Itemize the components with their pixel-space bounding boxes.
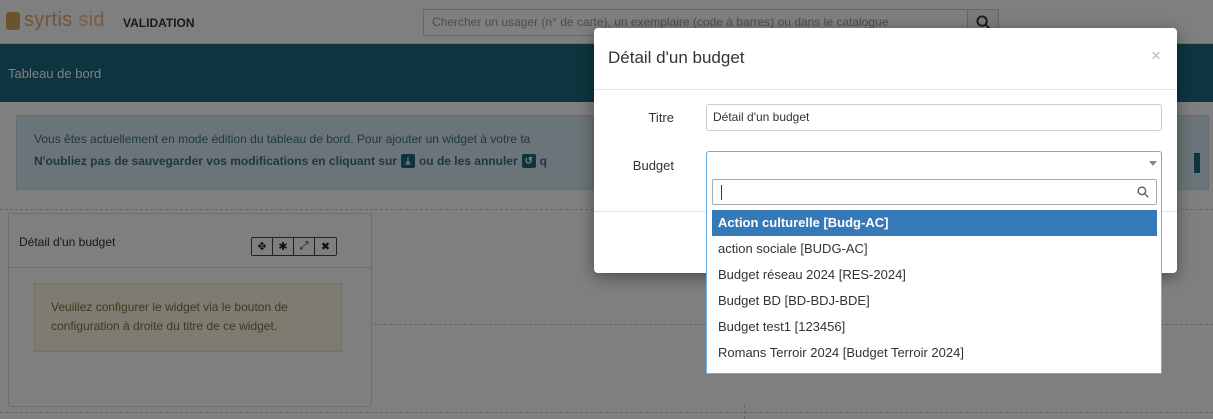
dropdown-search-input[interactable] — [712, 179, 1157, 205]
modal-close-button[interactable]: × — [1151, 46, 1161, 66]
budget-dropdown: Action culturelle [Budg-AC] action socia… — [706, 176, 1162, 374]
search-icon — [1137, 186, 1149, 198]
dropdown-option[interactable]: Romans Terroir 2024 [Budget Terroir 2024… — [712, 340, 1157, 366]
title-input[interactable]: Détail d'un budget — [706, 104, 1162, 131]
budget-select[interactable] — [706, 151, 1162, 177]
modal-header: Détail d'un budget × — [594, 28, 1177, 90]
dropdown-option[interactable]: action sociale [BUDG-AC] — [712, 236, 1157, 262]
chevron-down-icon — [1149, 161, 1157, 166]
dropdown-option[interactable]: Budget réseau 2024 [RES-2024] — [712, 262, 1157, 288]
dropdown-option[interactable]: Action culturelle [Budg-AC] — [712, 210, 1157, 236]
title-label: Titre — [648, 110, 674, 125]
budget-label: Budget — [632, 158, 674, 173]
dropdown-option[interactable]: Budget test1 [123456] — [712, 314, 1157, 340]
modal-title: Détail d'un budget — [608, 48, 745, 67]
dropdown-option[interactable]: Budget BD [BD-BDJ-BDE] — [712, 288, 1157, 314]
text-cursor — [721, 185, 722, 200]
